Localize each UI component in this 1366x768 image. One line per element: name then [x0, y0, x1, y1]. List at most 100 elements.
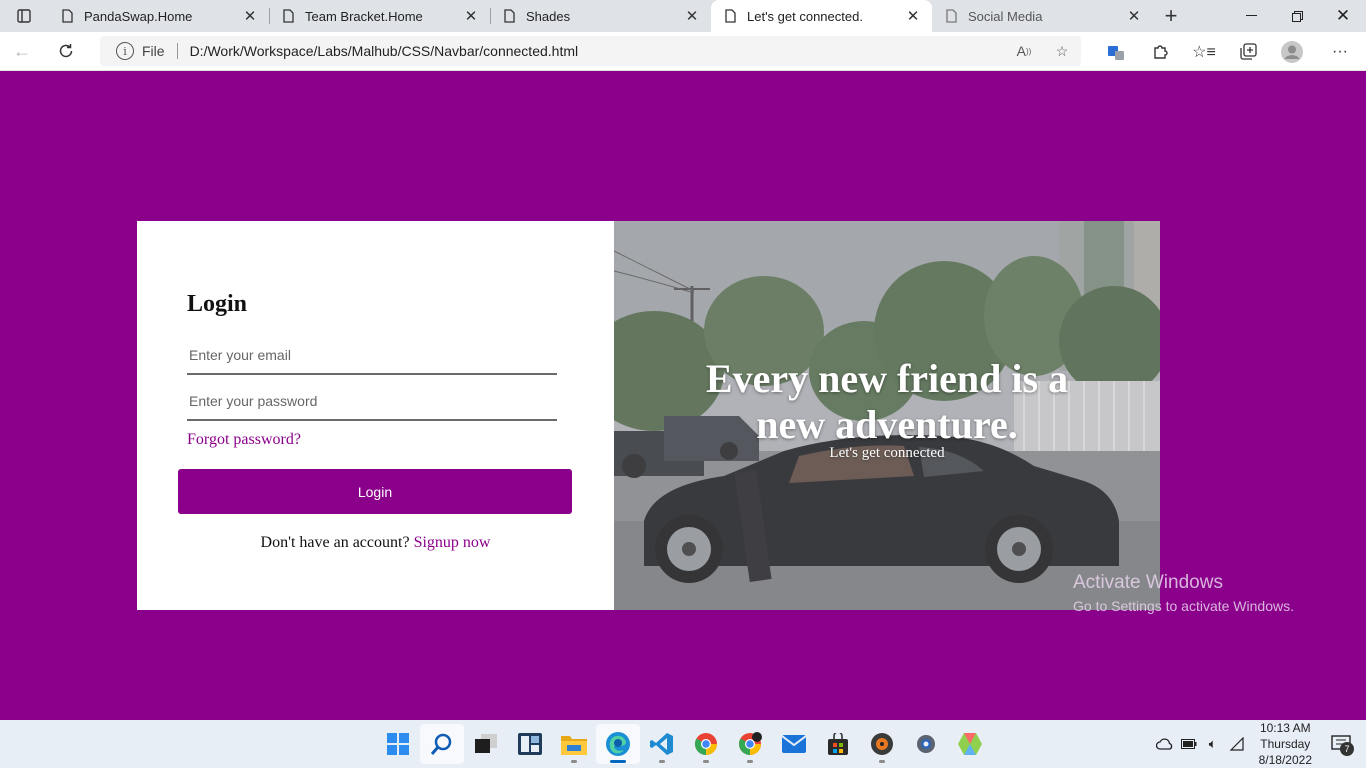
browser-tools: ☆≡ ··· — [1094, 32, 1366, 71]
git-client-button[interactable] — [948, 724, 992, 764]
tab-title: PandaSwap.Home — [84, 8, 193, 24]
restore-icon — [1291, 10, 1303, 22]
taskbar-apps — [376, 720, 992, 768]
chrome-button[interactable] — [684, 724, 728, 764]
tab-actions-icon — [17, 9, 31, 23]
favorites-button[interactable]: ☆≡ — [1182, 32, 1226, 71]
browser-tab-active[interactable]: Let's get connected. ✕ — [711, 0, 932, 32]
tab-title: Shades — [526, 8, 571, 24]
wifi-icon[interactable] — [1225, 729, 1249, 759]
forgot-password-link[interactable]: Forgot password? — [187, 431, 301, 449]
search-button[interactable] — [420, 724, 464, 764]
taskbar: 🔈︎ 10:13 AM Thursday 8/18/2022 7 — [0, 720, 1366, 768]
close-tab-icon[interactable]: ✕ — [683, 7, 701, 25]
plus-icon: + — [1164, 3, 1178, 28]
read-aloud-icon[interactable]: A)) — [1005, 43, 1043, 59]
login-button[interactable]: Login — [178, 469, 572, 514]
gear-icon — [917, 735, 935, 753]
extensions-button[interactable] — [1138, 32, 1182, 71]
page-icon — [502, 8, 516, 24]
chrome-profile-button[interactable] — [728, 724, 772, 764]
page-icon — [281, 8, 295, 24]
back-button[interactable]: ← — [0, 32, 44, 71]
page-icon — [723, 8, 737, 24]
browser-tab[interactable]: PandaSwap.Home ✕ — [48, 0, 269, 32]
task-view-button[interactable] — [464, 724, 508, 764]
minimize-button[interactable] — [1228, 0, 1274, 32]
extension-app-icon — [1108, 45, 1124, 60]
close-tab-icon[interactable]: ✕ — [462, 7, 480, 25]
back-arrow-icon: ← — [13, 40, 31, 61]
store-button[interactable] — [816, 724, 860, 764]
login-title: Login — [187, 291, 248, 317]
close-tab-icon[interactable]: ✕ — [1125, 7, 1143, 25]
widgets-button[interactable] — [508, 724, 552, 764]
address-divider — [176, 43, 178, 59]
browser-tab[interactable]: Team Bracket.Home ✕ — [269, 0, 490, 32]
address-bar[interactable]: i File D:/Work/Workspace/Labs/Malhub/CSS… — [100, 36, 1081, 66]
edge-icon — [606, 732, 630, 756]
profile-button[interactable] — [1270, 32, 1314, 71]
music-icon — [871, 733, 893, 755]
close-tab-icon[interactable]: ✕ — [904, 7, 922, 25]
watermark-subtitle: Go to Settings to activate Windows. — [1073, 598, 1294, 614]
new-tab-button[interactable]: + — [1153, 0, 1189, 32]
music-app-button[interactable] — [860, 724, 904, 764]
minimize-icon — [1245, 15, 1257, 16]
signup-prompt: Don't have an account? — [260, 534, 410, 551]
tab-title: Let's get connected. — [747, 8, 863, 24]
login-card: Login Forgot password? Login Don't have … — [137, 221, 1160, 610]
browser-tab[interactable]: Shades ✕ — [490, 0, 711, 32]
info-icon[interactable]: i — [116, 42, 134, 60]
window-controls: ✕ — [1228, 0, 1366, 32]
signup-link[interactable]: Signup now — [414, 534, 491, 551]
close-tab-icon[interactable]: ✕ — [241, 7, 259, 25]
system-clock[interactable]: 10:13 AM Thursday 8/18/2022 — [1259, 720, 1312, 768]
mail-button[interactable] — [772, 724, 816, 764]
browser-toolbar: ← i File D:/Work/Workspace/Labs/Malhub/C… — [0, 32, 1366, 71]
collections-button[interactable] — [1226, 32, 1270, 71]
running-indicator — [703, 760, 709, 763]
store-icon — [828, 733, 848, 755]
tab-title: Social Media — [968, 8, 1043, 24]
email-field[interactable] — [187, 337, 557, 375]
volume-icon[interactable]: 🔈︎ — [1201, 729, 1225, 759]
file-explorer-button[interactable] — [552, 724, 596, 764]
password-field[interactable] — [187, 383, 557, 421]
vscode-button[interactable] — [640, 724, 684, 764]
browser-tab[interactable]: Social Media ✕ — [932, 0, 1153, 32]
git-client-icon — [958, 733, 982, 755]
add-favorite-icon[interactable]: ☆ — [1043, 43, 1081, 60]
restore-button[interactable] — [1274, 0, 1320, 32]
close-window-button[interactable]: ✕ — [1320, 0, 1366, 32]
page-content: Login Forgot password? Login Don't have … — [0, 71, 1366, 720]
start-button[interactable] — [376, 724, 420, 764]
running-indicator — [747, 760, 753, 763]
hero-title: Every new friend is a new adventure. — [705, 356, 1069, 447]
windows-logo-icon — [387, 733, 409, 755]
running-indicator — [610, 760, 626, 763]
refresh-button[interactable] — [44, 32, 88, 71]
edge-button[interactable] — [596, 724, 640, 764]
extension-app-button[interactable] — [1094, 32, 1138, 71]
activation-watermark: Activate Windows Go to Settings to activ… — [1073, 572, 1294, 614]
hero-image-panel: Every new friend is a new adventure. Let… — [614, 221, 1160, 610]
chrome-icon — [695, 733, 717, 755]
onedrive-icon[interactable] — [1153, 729, 1177, 759]
task-view-icon — [475, 734, 497, 753]
running-indicator — [571, 760, 577, 763]
address-url[interactable]: D:/Work/Workspace/Labs/Malhub/CSS/Navbar… — [190, 43, 1005, 59]
mail-icon — [782, 735, 806, 753]
collections-icon — [1239, 43, 1257, 60]
clock-date: 8/18/2022 — [1258, 753, 1312, 767]
battery-icon[interactable] — [1177, 729, 1201, 759]
favorites-icon: ☆≡ — [1192, 43, 1216, 61]
widgets-icon — [518, 733, 542, 755]
settings-menu-button[interactable]: ··· — [1314, 32, 1366, 71]
refresh-icon — [59, 44, 73, 58]
puzzle-icon — [1153, 45, 1168, 59]
notifications-button[interactable]: 7 — [1324, 727, 1358, 761]
settings-button[interactable] — [904, 724, 948, 764]
tab-actions-button[interactable] — [0, 0, 48, 32]
clock-day: Thursday — [1260, 737, 1311, 751]
